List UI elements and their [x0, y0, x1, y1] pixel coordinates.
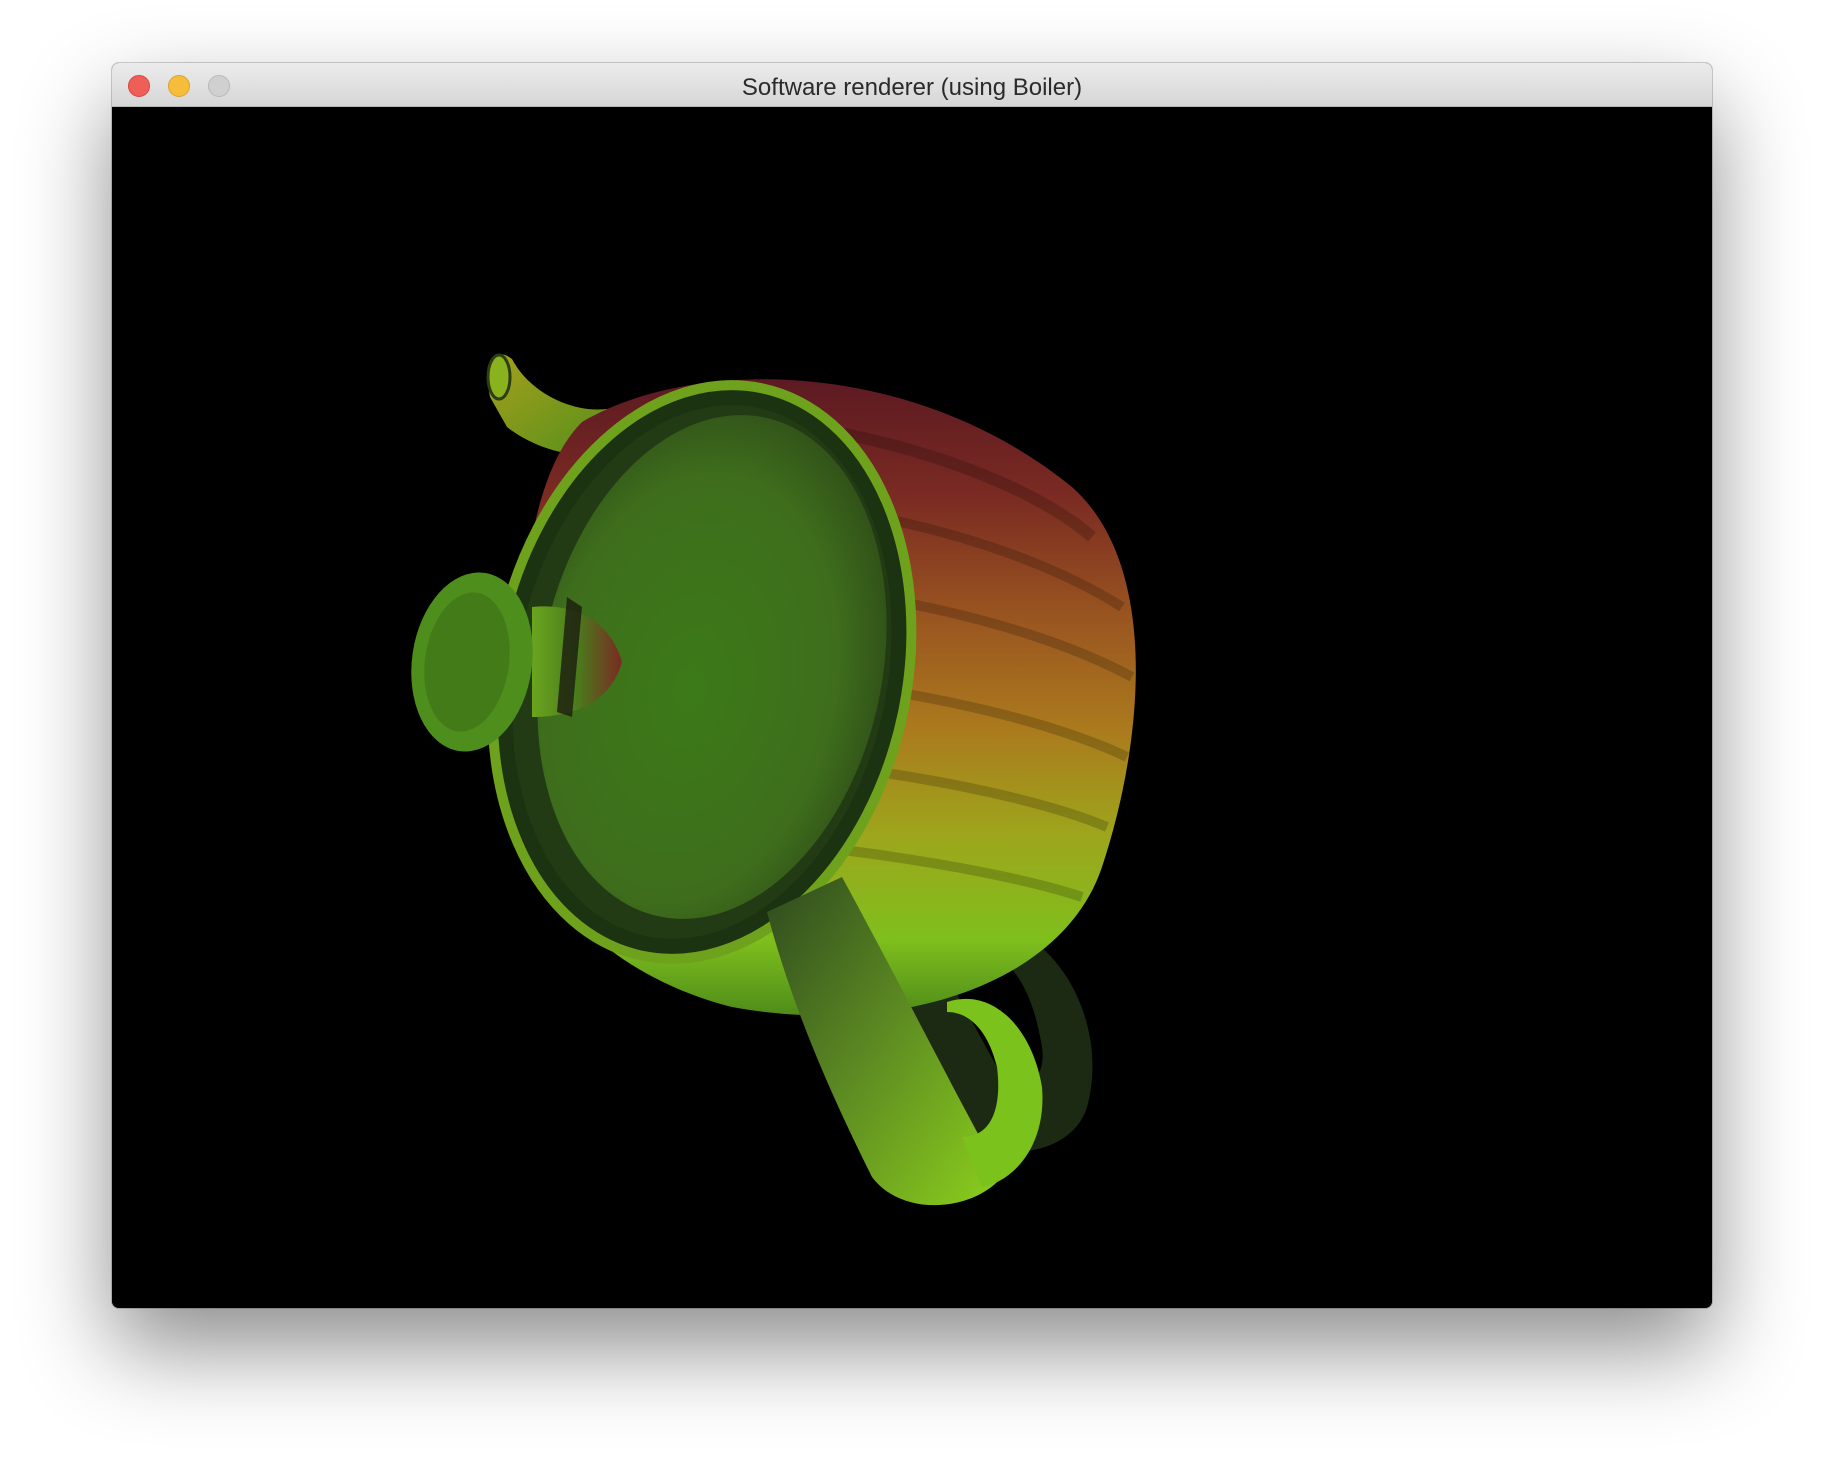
- render-viewport[interactable]: [112, 107, 1712, 1308]
- window-title: Software renderer (using Boiler): [741, 74, 1083, 101]
- teapot-render: [411, 353, 1136, 1206]
- title-bar[interactable]: Software renderer (using Boiler): [112, 63, 1712, 107]
- spout-tip: [486, 353, 512, 401]
- app-window: Software renderer (using Boiler): [112, 63, 1712, 1308]
